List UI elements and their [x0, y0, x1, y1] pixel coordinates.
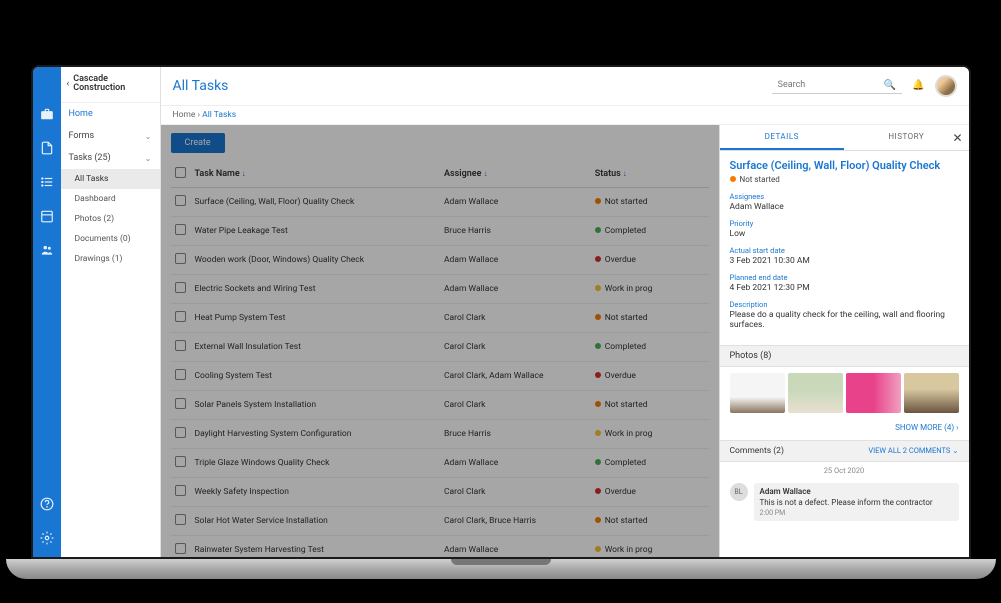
- nav-photos[interactable]: Photos (2): [61, 209, 160, 229]
- comment-time: 2:00 PM: [760, 509, 953, 517]
- breadcrumb-home[interactable]: Home: [173, 110, 196, 120]
- value-assignees: Adam Wallace: [730, 202, 959, 212]
- comment-item: BL Adam Wallace This is not a defect. Pl…: [720, 479, 969, 529]
- nav-dashboard[interactable]: Dashboard: [61, 189, 160, 209]
- task-table-area: Create Task Name↓ Assignee↓ Status↓ Surf…: [161, 125, 719, 557]
- calendar-icon[interactable]: [40, 209, 54, 223]
- nav-documents[interactable]: Documents (0): [61, 229, 160, 249]
- briefcase-icon[interactable]: [40, 107, 54, 121]
- comment-author: Adam Wallace: [760, 487, 953, 496]
- chevron-down-icon: ⌄: [145, 132, 152, 141]
- nav-home[interactable]: Home: [61, 103, 160, 125]
- chevron-left-icon: ‹: [67, 79, 70, 89]
- breadcrumb-current[interactable]: All Tasks: [202, 110, 236, 120]
- org-header[interactable]: ‹ Cascade Construction: [61, 67, 160, 104]
- help-icon[interactable]: [40, 497, 54, 511]
- comment-date: 25 Oct 2020: [720, 462, 969, 479]
- nav-rail: [33, 67, 61, 557]
- photos-row: [720, 367, 969, 419]
- search-icon[interactable]: 🔍: [884, 80, 896, 91]
- nav-forms[interactable]: Forms⌄: [61, 125, 160, 147]
- modal-overlay[interactable]: [161, 125, 719, 557]
- search-input[interactable]: [778, 80, 878, 90]
- label-actual-start: Actual start date: [730, 246, 959, 255]
- detail-panel: DETAILS HISTORY ✕ Surface (Ceiling, Wall…: [719, 125, 969, 557]
- search-box[interactable]: 🔍: [772, 78, 902, 94]
- photo-thumb[interactable]: [788, 373, 843, 413]
- list-icon[interactable]: [40, 175, 54, 189]
- gear-icon[interactable]: [40, 531, 54, 545]
- tab-details[interactable]: DETAILS: [720, 125, 845, 150]
- panel-tabs: DETAILS HISTORY ✕: [720, 125, 969, 151]
- value-planned-end: 4 Feb 2021 12:30 PM: [730, 283, 959, 293]
- photo-thumb[interactable]: [730, 373, 785, 413]
- user-avatar[interactable]: [935, 75, 957, 97]
- comment-text: This is not a defect. Please inform the …: [760, 498, 953, 507]
- breadcrumb: Home › All Tasks: [161, 106, 969, 125]
- bell-icon[interactable]: 🔔: [912, 80, 924, 91]
- topbar: All Tasks 🔍 🔔: [161, 67, 969, 106]
- org-name: Cascade Construction: [73, 75, 153, 95]
- close-icon[interactable]: ✕: [952, 131, 962, 145]
- nav-all-tasks[interactable]: All Tasks: [61, 169, 160, 189]
- people-icon[interactable]: [40, 243, 54, 257]
- view-all-comments-link[interactable]: VIEW ALL 2 COMMENTS ⌄: [868, 446, 958, 455]
- page-title: All Tasks: [173, 78, 229, 94]
- tab-history[interactable]: HISTORY: [844, 125, 969, 150]
- comments-header: Comments (2) VIEW ALL 2 COMMENTS ⌄: [720, 440, 969, 462]
- value-actual-start: 3 Feb 2021 10:30 AM: [730, 256, 959, 266]
- photo-thumb[interactable]: [846, 373, 901, 413]
- label-description: Description: [730, 300, 959, 309]
- chevron-down-icon: ⌄: [145, 154, 152, 163]
- label-planned-end: Planned end date: [730, 273, 959, 282]
- value-description: Please do a quality check for the ceilin…: [730, 310, 959, 330]
- photo-thumb[interactable]: [904, 373, 959, 413]
- document-icon[interactable]: [40, 141, 54, 155]
- sidebar: ‹ Cascade Construction Home Forms⌄ Tasks…: [61, 67, 161, 557]
- main-area: All Tasks 🔍 🔔 Home › All Tasks Create: [161, 67, 969, 557]
- detail-status: Not started: [730, 175, 959, 184]
- label-assignees: Assignees: [730, 192, 959, 201]
- photos-header: Photos (8): [720, 345, 969, 367]
- comment-avatar: BL: [730, 483, 748, 501]
- detail-title: Surface (Ceiling, Wall, Floor) Quality C…: [730, 159, 959, 172]
- show-more-link[interactable]: SHOW MORE (4): [720, 419, 969, 440]
- nav-tasks[interactable]: Tasks (25)⌄: [61, 147, 160, 169]
- value-priority: Low: [730, 229, 959, 239]
- label-priority: Priority: [730, 219, 959, 228]
- nav-drawings[interactable]: Drawings (1): [61, 249, 160, 269]
